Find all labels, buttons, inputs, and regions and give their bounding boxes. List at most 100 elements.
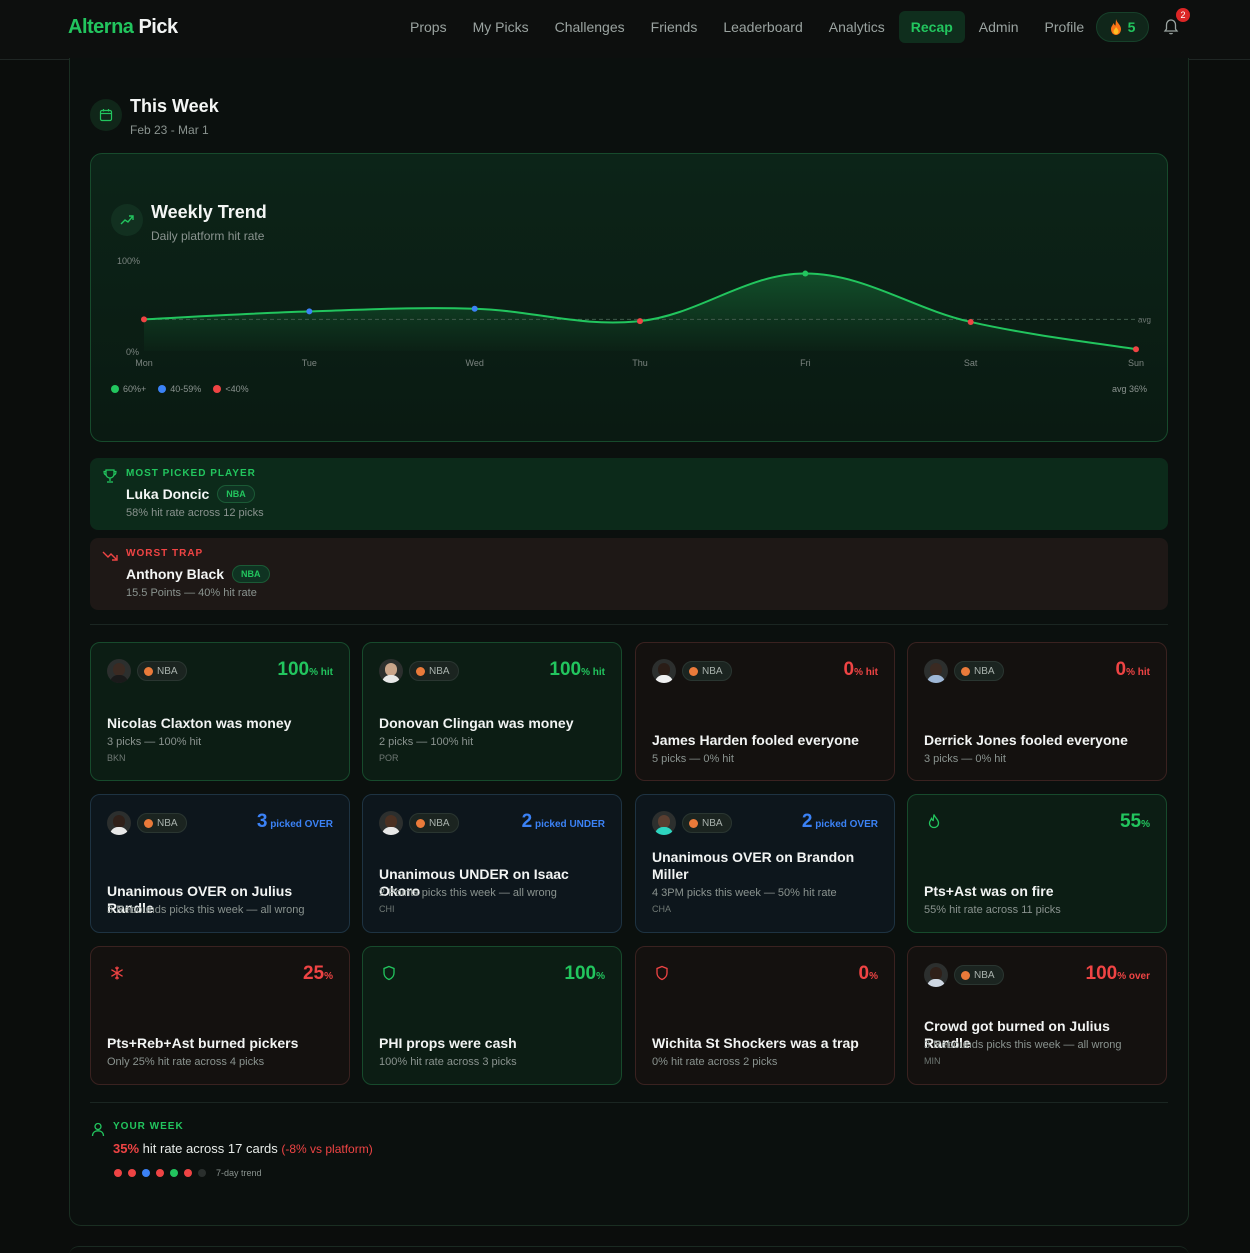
worst-trap[interactable]: WORST TRAP Anthony Black NBA 15.5 Points …: [90, 538, 1168, 610]
legend-label: <40%: [225, 384, 249, 394]
trend-label: 7-day trend: [216, 1168, 262, 1178]
nav-analytics[interactable]: Analytics: [817, 11, 897, 43]
card-title: Nicolas Claxton was money: [107, 715, 292, 731]
card-title: PHI props were cash: [379, 1035, 517, 1051]
card-stat: 3 picked OVER: [257, 811, 333, 833]
card-team: BKN: [107, 753, 126, 763]
calendar-icon: [90, 99, 122, 131]
stat-value: 0: [843, 659, 855, 680]
x-tick-label: Fri: [800, 358, 811, 368]
stat-value: 100: [549, 659, 582, 680]
stat-value: 2: [521, 811, 533, 832]
legend-item: 60%+: [111, 384, 146, 394]
stat-value: 100: [564, 963, 597, 984]
card-stat: 0% hit: [1116, 659, 1150, 681]
nav-props[interactable]: Props: [398, 11, 459, 43]
nav-challenges[interactable]: Challenges: [543, 11, 637, 43]
card-title: Pts+Ast was on fire: [924, 883, 1054, 899]
x-tick-label: Thu: [632, 358, 648, 368]
trending-down-icon: [102, 551, 118, 561]
card-detail: 4 3PM picks this week — 50% hit rate: [652, 887, 837, 899]
basketball-icon: [144, 818, 153, 828]
league-label: NBA: [429, 665, 450, 677]
trend-dot: [184, 1169, 192, 1177]
league-tag: NBA: [409, 661, 459, 681]
nav-recap[interactable]: Recap: [898, 11, 965, 43]
basketball-icon: [961, 666, 970, 676]
league-label: NBA: [157, 665, 178, 677]
nav-admin[interactable]: Admin: [967, 11, 1031, 43]
average-label: avg 36%: [1111, 384, 1147, 394]
data-point-wed: [471, 305, 478, 312]
insight-card[interactable]: NBA 100% hit Nicolas Claxton was money 3…: [90, 642, 350, 781]
insight-card[interactable]: NBA 0% hit James Harden fooled everyone …: [635, 642, 895, 781]
worst-trap-label: WORST TRAP: [126, 548, 204, 559]
insight-card[interactable]: 100% PHI props were cash 100% hit rate a…: [362, 946, 622, 1085]
nav-leaderboard[interactable]: Leaderboard: [711, 11, 814, 43]
insight-card[interactable]: NBA 2 picked UNDER Unanimous UNDER on Is…: [362, 794, 622, 933]
league-tag: NBA: [682, 813, 732, 833]
worst-trap-name-row: Anthony Black NBA: [126, 565, 270, 583]
worst-trap-sub: 15.5 Points — 40% hit rate: [126, 587, 257, 599]
insight-card[interactable]: 0% Wichita St Shockers was a trap 0% hit…: [635, 946, 895, 1085]
insight-card[interactable]: NBA 3 picked OVER Unanimous OVER on Juli…: [90, 794, 350, 933]
flame-icon: [1110, 19, 1121, 35]
trend-dot: [198, 1169, 206, 1177]
player-avatar: [652, 659, 676, 683]
trend-chart: avg Mon Tue Wed Thu Fri Sat Sun 100% 0%: [117, 256, 1151, 368]
insight-card[interactable]: NBA 0% hit Derrick Jones fooled everyone…: [907, 642, 1167, 781]
most-picked-name-row: Luka Doncic NBA: [126, 485, 255, 503]
card-title: Derrick Jones fooled everyone: [924, 732, 1128, 748]
stat-unit: %: [1141, 819, 1150, 830]
stat-unit: % over: [1117, 971, 1150, 982]
insight-card[interactable]: NBA 100% hit Donovan Clingan was money 2…: [362, 642, 622, 781]
card-stat: 100% hit: [549, 659, 605, 681]
nav-friends[interactable]: Friends: [639, 11, 710, 43]
next-panel-edge: [69, 1246, 1189, 1253]
insight-card[interactable]: 25% Pts+Reb+Ast burned pickers Only 25% …: [90, 946, 350, 1085]
legend-label: 60%+: [123, 384, 147, 394]
brand-logo[interactable]: Alterna Pick: [68, 16, 178, 39]
insight-card[interactable]: 55% Pts+Ast was on fire 55% hit rate acr…: [907, 794, 1167, 933]
most-picked-player[interactable]: MOST PICKED PLAYER Luka Doncic NBA 58% hi…: [90, 458, 1168, 530]
card-title: Wichita St Shockers was a trap: [652, 1035, 859, 1051]
legend-label: 40-59%: [170, 384, 202, 394]
stat-value: 2: [801, 811, 813, 832]
trend-dot: [142, 1169, 150, 1177]
bell-icon[interactable]: [1163, 18, 1179, 36]
nav-profile[interactable]: Profile: [1032, 11, 1096, 43]
league-tag: NBA: [137, 661, 187, 681]
insight-card[interactable]: NBA 2 picked OVER Unanimous OVER on Bran…: [635, 794, 895, 933]
card-title: Donovan Clingan was money: [379, 715, 574, 731]
insight-card[interactable]: NBA 100% over Crowd got burned on Julius…: [907, 946, 1167, 1085]
league-pill: NBA: [232, 565, 270, 583]
week-title: This Week: [130, 96, 219, 116]
player-avatar: [379, 659, 403, 683]
stat-value: 100: [1085, 963, 1118, 984]
data-point-fri: [802, 270, 809, 277]
weekly-trend-card: Weekly Trend Daily platform hit rate avg…: [90, 153, 1168, 442]
card-detail: 3 picks — 100% hit: [107, 736, 202, 748]
week-dates: Feb 23 - Mar 1: [130, 123, 209, 137]
card-detail: 2 picks — 100% hit: [379, 736, 474, 748]
player-avatar: [107, 659, 131, 683]
divider: [90, 1102, 1168, 1103]
brand-part-1: Alterna: [68, 16, 134, 38]
player-avatar: [924, 659, 948, 683]
trophy-icon: [103, 469, 117, 483]
stat-unit: % hit: [309, 667, 333, 678]
user-icon: [91, 1122, 105, 1137]
legend-item: <40%: [213, 384, 249, 394]
player-avatar: [652, 811, 676, 835]
streak-badge[interactable]: 5: [1096, 12, 1149, 42]
card-team: CHI: [379, 904, 395, 914]
streak-count: 5: [1127, 19, 1136, 35]
card-detail: Only 25% hit rate across 4 picks: [107, 1056, 265, 1068]
y-tick-label: 100%: [117, 256, 140, 266]
nav-my-picks[interactable]: My Picks: [461, 11, 541, 43]
trend-dot: [156, 1169, 164, 1177]
player-avatar: [379, 811, 403, 835]
card-detail: 3 picks — 0% hit: [924, 753, 1006, 765]
your-week-summary: 35% hit rate across 17 cards (-8% vs pla…: [113, 1141, 373, 1156]
most-picked-label: MOST PICKED PLAYER: [126, 468, 256, 479]
